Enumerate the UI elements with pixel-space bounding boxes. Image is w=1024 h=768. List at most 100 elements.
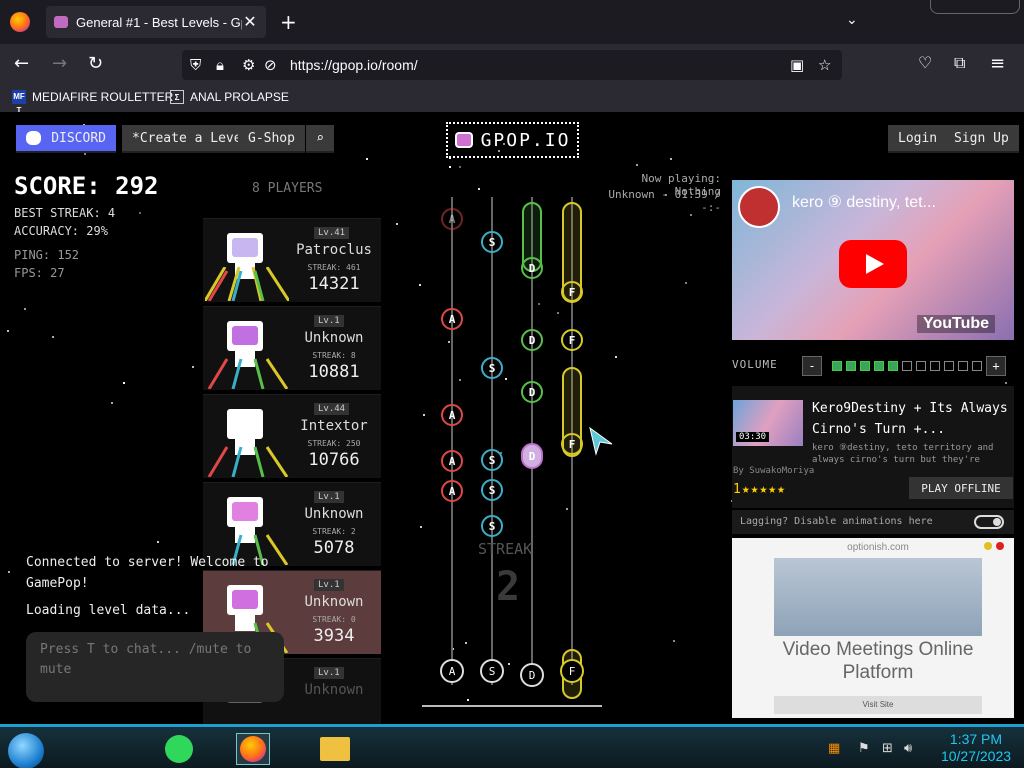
volume-segment[interactable]: [902, 361, 912, 371]
player-card[interactable]: Lv.41 Patroclus STREAK: 461 14321: [203, 218, 381, 302]
lock-icon[interactable]: 🔒︎: [216, 56, 224, 74]
login-button[interactable]: Login: [888, 125, 948, 153]
extensions-icon[interactable]: ⧉: [954, 53, 965, 73]
player-count: 8 PLAYERS: [252, 181, 323, 196]
menu-icon[interactable]: ≡: [990, 53, 1005, 74]
firefox-icon[interactable]: [10, 12, 30, 32]
play-icon[interactable]: [839, 240, 907, 288]
receptor-s[interactable]: S: [480, 659, 504, 683]
note-d: D: [521, 381, 543, 403]
notes-app-icon[interactable]: [162, 733, 196, 765]
player-score: 3934: [313, 626, 355, 646]
new-tab-icon[interactable]: +: [280, 10, 297, 34]
star: [52, 336, 54, 338]
star: [192, 366, 194, 368]
ad-cta-button[interactable]: Visit Site: [774, 696, 982, 714]
volume-segment[interactable]: [930, 361, 940, 371]
url-text[interactable]: https://gpop.io/room/: [290, 57, 418, 73]
gpop-favicon-icon: [54, 16, 68, 28]
ad-headline[interactable]: Video Meetings Online Platform: [770, 638, 986, 684]
pocket-icon[interactable]: ♡: [918, 53, 932, 72]
firefox-taskbar-icon[interactable]: [236, 733, 270, 765]
ad-image[interactable]: [774, 558, 982, 636]
receptor-d[interactable]: D: [520, 663, 544, 687]
file-explorer-icon[interactable]: [318, 733, 352, 765]
receptor-a[interactable]: A: [440, 659, 464, 683]
chevron-down-icon[interactable]: ⌄: [846, 12, 858, 28]
url-bar[interactable]: ⛨ 🔒︎ ⚙ ⊘ https://gpop.io/room/ ▣ ☆: [182, 50, 842, 80]
gpop-logo[interactable]: GPOP.IO: [446, 122, 579, 158]
animations-toggle[interactable]: [974, 515, 1004, 529]
search-icon[interactable]: ⌕: [306, 125, 334, 153]
star: [139, 212, 141, 214]
player-score: 5078: [313, 538, 355, 558]
player-name: Unknown: [304, 682, 364, 698]
volume-segment[interactable]: [888, 361, 898, 371]
level-title[interactable]: Kero9Destiny + Its Always Cirno's Turn +…: [812, 398, 1012, 440]
chat-input[interactable]: Press T to chat... /mute to mute: [26, 632, 284, 702]
volume-segment[interactable]: [972, 361, 982, 371]
volume-down-button[interactable]: -: [802, 356, 822, 376]
player-card[interactable]: Lv.44 Intextor STREAK: 250 10766: [203, 394, 381, 478]
streak-label: STREAK: [478, 540, 533, 558]
volume-segment[interactable]: [958, 361, 968, 371]
play-offline-button[interactable]: PLAY OFFLINE: [909, 477, 1013, 499]
volume-segment[interactable]: [846, 361, 856, 371]
lane-a: [451, 197, 453, 685]
youtube-logo[interactable]: YouTube: [917, 315, 996, 333]
ad-domain[interactable]: optionish.com: [770, 542, 986, 553]
volume-up-button[interactable]: +: [986, 356, 1006, 376]
video-title[interactable]: kero ⑨ destiny, tet...: [792, 192, 1002, 212]
reader-view-icon[interactable]: ▣: [790, 56, 804, 74]
star: [157, 541, 159, 543]
channel-avatar[interactable]: [738, 186, 780, 228]
advertisement[interactable]: optionish.com Video Meetings Online Plat…: [732, 538, 1014, 718]
browser-tab[interactable]: General #1 - Best Levels - Gpop.io ✕: [46, 6, 266, 38]
gshop-button[interactable]: G-Shop: [238, 125, 305, 153]
permissions-icon[interactable]: ⚙: [242, 56, 255, 74]
tray-flag-icon[interactable]: ⚑: [858, 741, 870, 756]
player-streak: STREAK: 2: [312, 527, 356, 536]
ad-close-icon[interactable]: [996, 542, 1004, 550]
player-score: 10766: [308, 450, 360, 470]
youtube-embed[interactable]: kero ⑨ destiny, tet... YouTube: [732, 180, 1014, 340]
volume-icon[interactable]: 🔊︎: [904, 741, 912, 756]
note-f: F: [561, 329, 583, 351]
bookmark-second[interactable]: Σ ANAL PROLAPSE: [170, 90, 289, 104]
bookmark-mediafire[interactable]: MF T MEDIAFIRE ROULETTER: [12, 90, 173, 115]
forward-icon[interactable]: →: [52, 53, 67, 74]
start-button[interactable]: [8, 733, 44, 768]
bookmark-star-icon[interactable]: ☆: [818, 56, 831, 74]
discord-button[interactable]: DISCORD: [16, 125, 116, 153]
volume-segment[interactable]: [916, 361, 926, 371]
clock[interactable]: 1:37 PM 10/27/2023: [930, 731, 1022, 765]
lane-s: [491, 197, 493, 685]
tray-app-icon[interactable]: ▦: [828, 741, 840, 756]
chat-message: Loading level data...: [26, 603, 191, 618]
star: [8, 571, 10, 573]
volume-segment[interactable]: [944, 361, 954, 371]
signup-button[interactable]: Sign Up: [944, 125, 1019, 153]
window-caption[interactable]: [930, 0, 1020, 14]
level-author[interactable]: By SuwakoMoriya: [733, 466, 814, 476]
back-icon[interactable]: ←: [14, 53, 29, 74]
level-rating: 1★★★★★: [733, 482, 786, 497]
reload-icon[interactable]: ↻: [88, 53, 103, 74]
ad-choices-icon[interactable]: [984, 542, 992, 550]
note-a: A: [441, 404, 463, 426]
volume-segment[interactable]: [874, 361, 884, 371]
network-icon[interactable]: ⊞: [882, 741, 893, 756]
volume-segment[interactable]: [832, 361, 842, 371]
rhythm-board[interactable]: A A A A A S S S S S D D D D F F F A S D …: [420, 197, 606, 707]
screen: General #1 - Best Levels - Gpop.io ✕ + ⌄…: [0, 0, 1024, 768]
tracking-icon[interactable]: ⊘: [264, 56, 277, 74]
volume-segment[interactable]: [860, 361, 870, 371]
player-level: Lv.44: [314, 403, 350, 415]
lag-notice: Lagging? Disable animations here: [732, 510, 1014, 534]
tab-close-icon[interactable]: ✕: [242, 12, 258, 32]
player-card[interactable]: Lv.1 Unknown STREAK: 8 10881: [203, 306, 381, 390]
receptor-f[interactable]: F: [560, 659, 584, 683]
track-icon: [207, 446, 289, 477]
now-playing-time: Unknown - 01:39 / -:-: [608, 188, 721, 214]
shield-icon[interactable]: ⛨: [190, 56, 201, 74]
